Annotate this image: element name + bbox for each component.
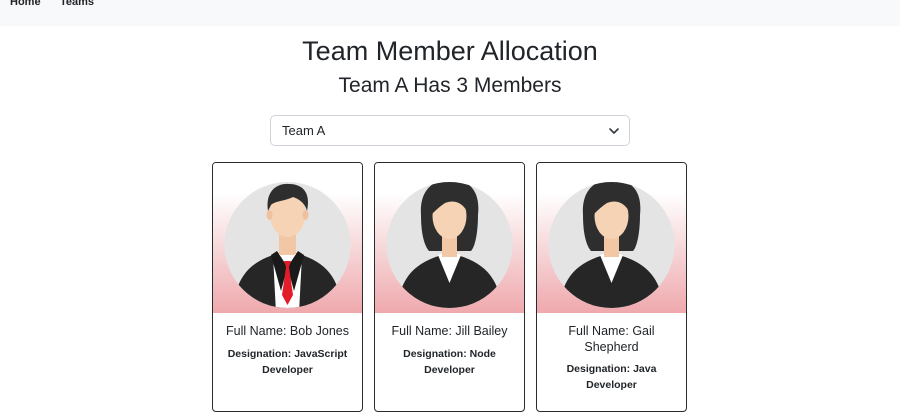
male-avatar-icon [224,182,351,308]
member-avatar [213,163,362,313]
member-full-name: Full Name: Gail Shepherd [568,324,655,354]
female-avatar-icon [386,182,513,308]
member-full-name: Full Name: Bob Jones [226,324,349,338]
member-avatar [537,163,686,313]
member-designation: Designation: JavaScript Developer [227,348,348,376]
member-card[interactable]: Full Name: Jill Bailey Designation: Node… [374,162,525,412]
member-designation: Designation: Node Developer [403,348,496,376]
member-card[interactable]: Full Name: Bob Jones Designation: JavaSc… [212,162,363,412]
team-select-value: Team A [282,123,326,138]
nav-link-teams[interactable]: Teams [60,0,94,8]
member-avatar [375,163,524,313]
team-select[interactable]: Team A [270,115,630,146]
chevron-down-icon [609,128,619,134]
member-designation: Designation: Java Developer [566,363,657,391]
nav-link-home[interactable]: Home [10,0,41,8]
navbar: Home Teams [0,0,900,26]
female-avatar-icon [548,182,675,308]
page-title: Team Member Allocation [302,36,598,66]
page-subtitle: Team A Has 3 Members [338,74,562,97]
member-full-name: Full Name: Jill Bailey [391,324,508,338]
member-card[interactable]: Full Name: Gail Shepherd Designation: Ja… [536,162,687,412]
